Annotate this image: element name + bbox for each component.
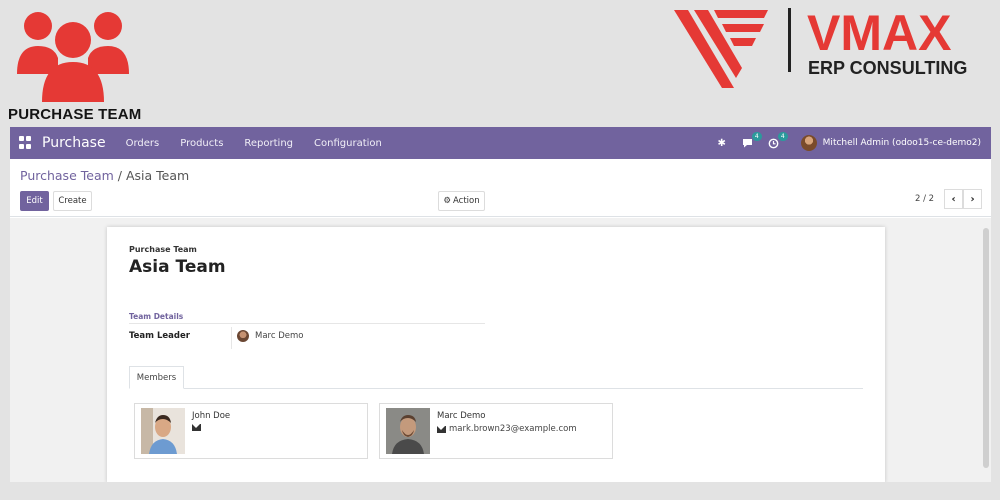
menu-configuration[interactable]: Configuration xyxy=(314,138,382,149)
breadcrumb-separator: / xyxy=(113,168,126,183)
member-name: John Doe xyxy=(192,411,231,421)
breadcrumb-parent[interactable]: Purchase Team xyxy=(20,168,114,183)
tabs-divider xyxy=(129,388,863,389)
scrollbar[interactable] xyxy=(983,228,989,468)
messages-badge: 4 xyxy=(751,132,762,141)
menu-reporting[interactable]: Reporting xyxy=(244,138,293,149)
tab-members[interactable]: Members xyxy=(129,366,184,389)
vmax-logo: VMAX ERP CONSULTING xyxy=(674,6,967,88)
pager-prev-button[interactable]: ‹ xyxy=(944,189,963,209)
app-grid-icon[interactable] xyxy=(19,136,33,150)
group-title: Team Details xyxy=(129,312,184,321)
odoo-window: Purchase Orders Products Reporting Confi… xyxy=(10,127,991,482)
team-leader-label: Team Leader xyxy=(129,331,190,341)
record-title: Asia Team xyxy=(129,257,226,277)
edit-button[interactable]: Edit xyxy=(20,191,49,211)
chevron-left-icon: ‹ xyxy=(951,193,956,205)
field-separator xyxy=(231,327,232,349)
group-separator xyxy=(129,323,485,324)
breadcrumb: Purchase Team / Asia Team xyxy=(20,168,189,183)
team-leader-avatar xyxy=(237,330,249,342)
create-button[interactable]: Create xyxy=(53,191,92,211)
gear-icon: ⚙ xyxy=(443,196,451,206)
banner-title: PURCHASE TEAM xyxy=(8,106,142,123)
envelope-icon xyxy=(437,425,446,433)
member-name: Marc Demo xyxy=(437,411,486,421)
user-menu[interactable]: Mitchell Admin (odoo15-ce-demo2) xyxy=(823,138,981,148)
member-email[interactable]: mark.brown23@example.com xyxy=(449,424,577,434)
member-photo xyxy=(141,408,185,454)
brand-tagline: ERP CONSULTING xyxy=(808,58,967,78)
pager-next-button[interactable]: › xyxy=(963,189,982,209)
clock-icon[interactable]: 4 xyxy=(765,132,788,152)
member-email-row: mark.brown23@example.com xyxy=(437,424,577,434)
team-leader-value: Marc Demo xyxy=(255,331,304,341)
main-navbar: Purchase Orders Products Reporting Confi… xyxy=(10,127,991,159)
record-type-label: Purchase Team xyxy=(129,245,197,254)
menu-products[interactable]: Products xyxy=(180,138,223,149)
action-button[interactable]: ⚙ Action xyxy=(438,191,485,211)
member-email-row xyxy=(192,424,204,431)
form-content: Purchase Team Asia Team Team Details Tea… xyxy=(10,218,991,482)
chevron-right-icon: › xyxy=(970,193,975,205)
chat-icon[interactable]: 4 xyxy=(739,132,762,152)
app-name[interactable]: Purchase xyxy=(42,135,106,151)
team-leader-field[interactable]: Marc Demo xyxy=(237,330,303,342)
envelope-icon xyxy=(192,424,201,431)
action-label: Action xyxy=(453,196,480,206)
form-sheet: Purchase Team Asia Team Team Details Tea… xyxy=(107,227,885,482)
menu-orders[interactable]: Orders xyxy=(126,138,160,149)
member-photo xyxy=(386,408,430,454)
breadcrumb-current: Asia Team xyxy=(125,168,190,183)
member-card[interactable]: John Doe xyxy=(134,403,368,459)
member-card[interactable]: Marc Demo mark.brown23@example.com xyxy=(379,403,613,459)
control-panel: Purchase Team / Asia Team Edit Create ⚙ A… xyxy=(10,159,991,217)
brand-name: VMAX xyxy=(807,6,951,61)
activities-badge: 4 xyxy=(777,132,788,141)
pager-value: 2 / 2 xyxy=(915,194,935,204)
people-group-icon xyxy=(17,12,129,102)
user-avatar[interactable] xyxy=(800,135,817,151)
bug-icon[interactable]: ✱ xyxy=(713,134,731,152)
